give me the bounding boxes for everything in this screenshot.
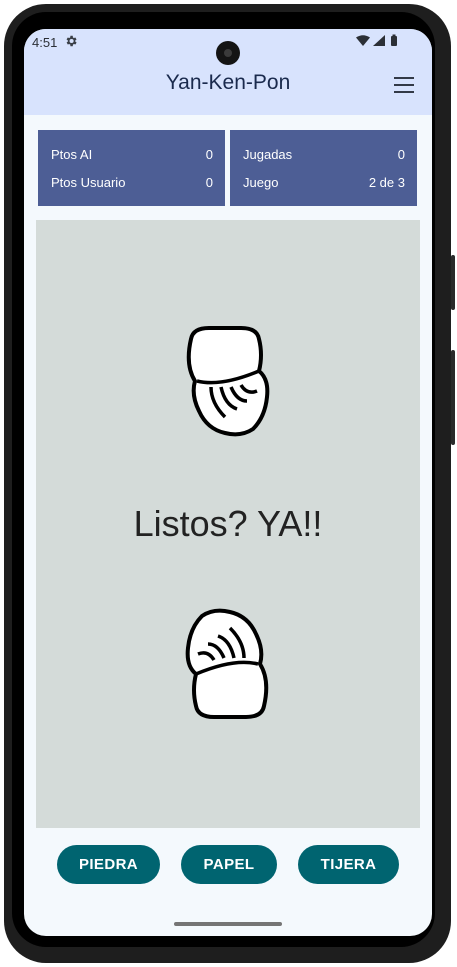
ai-fist-icon xyxy=(186,326,270,437)
scissors-button[interactable]: TIJERA xyxy=(298,845,399,884)
home-indicator[interactable] xyxy=(174,922,282,926)
user-fist-icon xyxy=(185,608,269,719)
wifi-icon xyxy=(356,35,370,46)
plays-value: 0 xyxy=(397,147,405,162)
paper-button[interactable]: PAPEL xyxy=(181,845,277,884)
top-app-bar: 4:51 Yan-Ken-Pon xyxy=(24,29,432,115)
user-points-value: 0 xyxy=(205,175,213,190)
game-label: Juego xyxy=(243,175,279,190)
plays-label: Jugadas xyxy=(243,147,293,162)
game-value: 2 de 3 xyxy=(368,175,405,190)
rock-button[interactable]: PIEDRA xyxy=(57,845,160,884)
score-panel-game: Jugadas 0 Juego 2 de 3 xyxy=(230,130,417,206)
hamburger-menu-icon[interactable] xyxy=(394,77,414,93)
volume-button xyxy=(451,350,455,445)
signal-icon xyxy=(373,35,385,46)
ai-points-label: Ptos AI xyxy=(51,147,93,162)
status-time: 4:51 xyxy=(32,35,58,50)
settings-gear-icon xyxy=(66,35,77,47)
power-button xyxy=(451,255,455,310)
game-message: Listos? YA!! xyxy=(133,503,323,544)
ai-points-value: 0 xyxy=(205,147,213,162)
game-arena: Listos? YA!! xyxy=(36,220,420,828)
user-points-label: Ptos Usuario xyxy=(51,175,126,190)
screen: 4:51 Yan-Ken-Pon Ptos AI 0 Ptos Usuario … xyxy=(24,29,432,936)
score-panel-points: Ptos AI 0 Ptos Usuario 0 xyxy=(38,130,225,206)
app-title: Yan-Ken-Pon xyxy=(165,71,291,94)
front-camera xyxy=(216,41,240,65)
status-icons xyxy=(356,34,397,46)
battery-icon xyxy=(391,36,397,46)
